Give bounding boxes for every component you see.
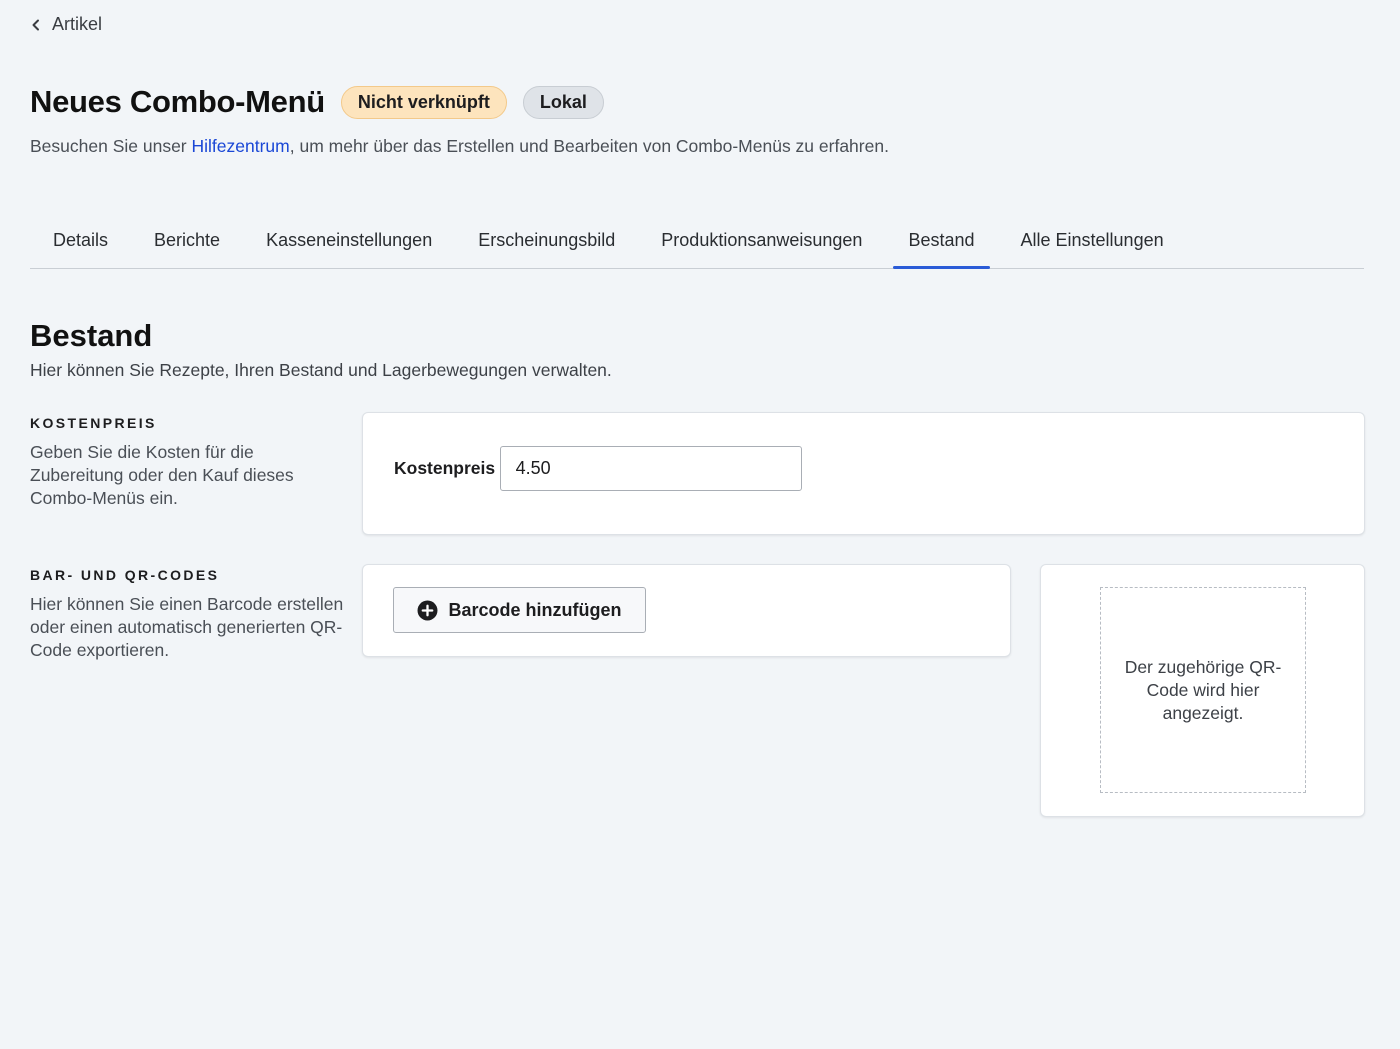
help-center-link[interactable]: Hilfezentrum <box>192 136 290 156</box>
tab-bar: Details Berichte Kasseneinstellungen Ers… <box>30 214 1364 269</box>
add-barcode-label: Barcode hinzufügen <box>448 599 622 620</box>
qr-card: Der zugehörige QR-Code wird hier angezei… <box>1040 564 1365 817</box>
plus-circle-icon <box>418 600 438 620</box>
tab-details[interactable]: Details <box>30 214 131 267</box>
barcode-card: Barcode hinzufügen <box>362 564 1011 657</box>
title-row: Neues Combo-Menü Nicht verknüpft Lokal <box>30 84 620 120</box>
back-link[interactable]: Artikel <box>30 14 102 35</box>
tab-bestand[interactable]: Bestand <box>885 214 997 269</box>
page-title: Neues Combo-Menü <box>30 84 325 119</box>
tab-erscheinungsbild[interactable]: Erscheinungsbild <box>455 214 638 267</box>
cost-description: Geben Sie die Kosten für die Zubereitung… <box>30 442 294 508</box>
cost-section-info: KOSTENPREIS Geben Sie die Kosten für die… <box>30 415 350 510</box>
codes-section-info: BAR- UND QR-CODES Hier können Sie einen … <box>30 567 350 662</box>
tab-alle-einstellungen[interactable]: Alle Einstellungen <box>998 214 1187 267</box>
qr-code-placeholder: Der zugehörige QR-Code wird hier angezei… <box>1100 587 1306 793</box>
tab-kasseneinstellungen[interactable]: Kasseneinstellungen <box>243 214 455 267</box>
chevron-left-icon <box>32 19 39 30</box>
status-badge: Nicht verknüpft <box>340 85 507 119</box>
cost-card: Kostenpreis <box>362 412 1365 535</box>
tab-berichte[interactable]: Berichte <box>131 214 243 267</box>
cost-input[interactable] <box>499 446 802 491</box>
help-prefix: Besuchen Sie unser <box>30 136 192 156</box>
codes-description: Hier können Sie einen Barcode erstellen … <box>30 594 344 660</box>
cost-field-label: Kostenpreis <box>394 458 496 478</box>
scope-badge: Lokal <box>522 85 604 119</box>
back-link-label: Artikel <box>52 14 103 34</box>
section-subtitle: Hier können Sie Rezepte, Ihren Bestand u… <box>30 360 612 380</box>
help-suffix: , um mehr über das Erstellen und Bearbei… <box>289 136 889 156</box>
cost-caption: KOSTENPREIS <box>30 415 157 431</box>
tab-produktionsanweisungen[interactable]: Produktionsanweisungen <box>638 214 885 267</box>
add-barcode-button[interactable]: Barcode hinzufügen <box>393 587 646 633</box>
help-text: Besuchen Sie unser Hilfezentrum, um mehr… <box>30 136 889 157</box>
section-title: Bestand <box>30 318 153 353</box>
page: Artikel Neues Combo-Menü Nicht verknüpft… <box>0 0 1400 1049</box>
codes-caption: BAR- UND QR-CODES <box>30 567 220 583</box>
